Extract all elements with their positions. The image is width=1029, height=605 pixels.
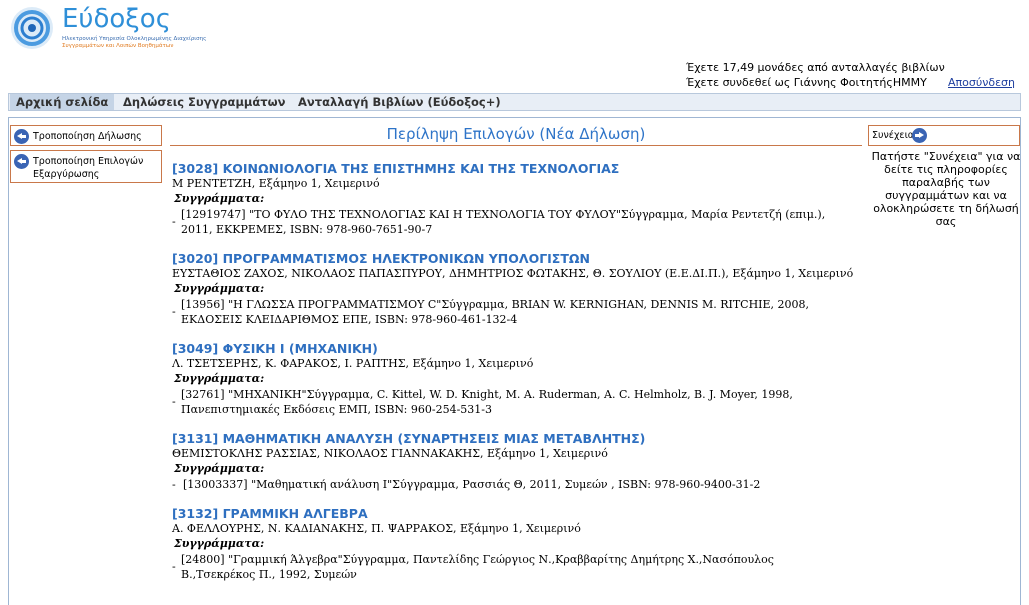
course-title[interactable]: [3020] ΠΡΟΓΡΑΜΜΑΤΙΣΜΟΣ ΗΛΕΚΤΡΟΝΙΚΩΝ ΥΠΟΛ… — [172, 250, 864, 267]
course-title[interactable]: [3049] ΦΥΣΙΚΗ Ι (ΜΗΧΑΝΙΚΗ) — [172, 340, 864, 357]
forward-arrow-icon — [912, 128, 927, 143]
nav-home[interactable]: Αρχική σελίδα — [10, 94, 115, 110]
book-entry: - [24800] "Γραμμική Άλγεβρα"Σύγγραμμα, Π… — [172, 553, 774, 581]
modify-redemption-button[interactable]: Τροποποίηση Επιλογών Εξαργύρωσης — [10, 150, 162, 183]
back-arrow-icon — [14, 154, 29, 169]
logo-swirl-icon — [11, 7, 53, 49]
course-item: [3132] ΓΡΑΜΜΙΚΗ ΑΛΓΕΒΡΑ Α. ΦΕΛΛΟΥΡΗΣ, Ν.… — [172, 505, 864, 582]
logo-title: Εύδοξος — [62, 4, 171, 34]
course-title[interactable]: [3131] ΜΑΘΗΜΑΤΙΚΗ ΑΝΑΛΥΣΗ (ΣΥΝΑΡΤΗΣΕΙΣ Μ… — [172, 430, 864, 447]
course-item: [3131] ΜΑΘΗΜΑΤΙΚΗ ΑΝΑΛΥΣΗ (ΣΥΝΑΡΤΗΣΕΙΣ Μ… — [172, 430, 864, 492]
continue-button[interactable]: Συνέχεια — [868, 125, 1020, 146]
modify-declaration-button[interactable]: Τροποποίηση Δήλωσης — [10, 125, 162, 146]
course-title[interactable]: [3132] ΓΡΑΜΜΙΚΗ ΑΛΓΕΒΡΑ — [172, 505, 864, 522]
course-title[interactable]: [3028] ΚΟΙΝΩΝΙΟΛΟΓΙΑ ΤΗΣ ΕΠΙΣΤΗΜΗΣ ΚΑΙ Τ… — [172, 160, 864, 177]
logout-link[interactable]: Αποσύνδεση — [948, 75, 1015, 90]
logged-in-text: Έχετε συνδεθεί ως Γιάννης ΦοιτητήςΗΜΜΥ — [686, 76, 927, 89]
course-list: [3028] ΚΟΙΝΩΝΙΟΛΟΓΙΑ ΤΗΣ ΕΠΙΣΤΗΜΗΣ ΚΑΙ Τ… — [172, 160, 864, 595]
books-label: Συγγράμματα: — [174, 537, 265, 550]
books-label: Συγγράμματα: — [174, 282, 265, 295]
back-arrow-icon — [14, 129, 29, 144]
books-label: Συγγράμματα: — [174, 192, 265, 205]
course-meta: ΘΕΜΙΣΤΟΚΛΗΣ ΡΑΣΣΙΑΣ, ΝΙΚΟΛΑΟΣ ΓΙΑΝΝΑΚΑΚΗ… — [172, 447, 608, 460]
main-nav: Αρχική σελίδα Δηλώσεις Συγγραμμάτων Αντα… — [8, 93, 1021, 111]
book-entry: - [32761] "ΜΗΧΑΝΙΚΗ"Σύγγραμμα, C. Kittel… — [172, 388, 793, 416]
nav-declarations[interactable]: Δηλώσεις Συγγραμμάτων — [123, 95, 285, 109]
course-meta: Μ ΡΕΝΤΕΤΖΗ, Εξάμηνο 1, Χειμερινό — [172, 177, 380, 190]
logo-subtitle: Ηλεκτρονική Υπηρεσία Ολοκληρωμένης Διαχε… — [62, 36, 207, 49]
user-info: Έχετε 17,49 μονάδες από ανταλλαγές βιβλί… — [686, 60, 1015, 90]
course-meta: Α. ΦΕΛΛΟΥΡΗΣ, Ν. ΚΑΔΙΑΝΑΚΗΣ, Π. ΨΑΡΡΑΚΟΣ… — [172, 522, 581, 535]
course-meta: Λ. ΤΣΕΤΣΕΡΗΣ, Κ. ΦΑΡΑΚΟΣ, Ι. ΡΑΠΤΗΣ, Εξά… — [172, 357, 534, 370]
nav-book-exchange[interactable]: Ανταλλαγή Βιβλίων (Εύδοξος+) — [298, 95, 501, 109]
book-entry: - [13003337] "Μαθηματική ανάλυση Ι"Σύγγρ… — [172, 478, 761, 491]
book-entry: - [12919747] "ΤΟ ΦΥΛΟ ΤΗΣ ΤΕΧΝΟΛΟΓΙΑΣ ΚΑ… — [172, 208, 826, 236]
book-entry: - [13956] "Η ΓΛΩΣΣΑ ΠΡΟΓΡΑΜΜΑΤΙΣΜΟΥ C"Σύ… — [172, 298, 810, 326]
books-label: Συγγράμματα: — [174, 462, 265, 475]
credits-text: Έχετε 17,49 μονάδες από ανταλλαγές βιβλί… — [686, 61, 945, 74]
course-item: [3020] ΠΡΟΓΡΑΜΜΑΤΙΣΜΟΣ ΗΛΕΚΤΡΟΝΙΚΩΝ ΥΠΟΛ… — [172, 250, 864, 327]
eudoxus-logo[interactable]: Εύδοξος Ηλεκτρονική Υπηρεσία Ολοκληρωμέν… — [10, 4, 206, 54]
books-label: Συγγράμματα: — [174, 372, 265, 385]
course-item: [3049] ΦΥΣΙΚΗ Ι (ΜΗΧΑΝΙΚΗ) Λ. ΤΣΕΤΣΕΡΗΣ,… — [172, 340, 864, 417]
course-item: [3028] ΚΟΙΝΩΝΙΟΛΟΓΙΑ ΤΗΣ ΕΠΙΣΤΗΜΗΣ ΚΑΙ Τ… — [172, 160, 864, 237]
continue-note: Πατήστε "Συνέχεια" για να δείτε τις πληρ… — [871, 150, 1021, 228]
page-title: Περίληψη Επιλογών (Νέα Δήλωση) — [170, 124, 862, 146]
course-meta: ΕΥΣΤΑΘΙΟΣ ΖΑΧΟΣ, ΝΙΚΟΛΑΟΣ ΠΑΠΑΣΠΥΡΟΥ, ΔΗ… — [172, 267, 854, 280]
